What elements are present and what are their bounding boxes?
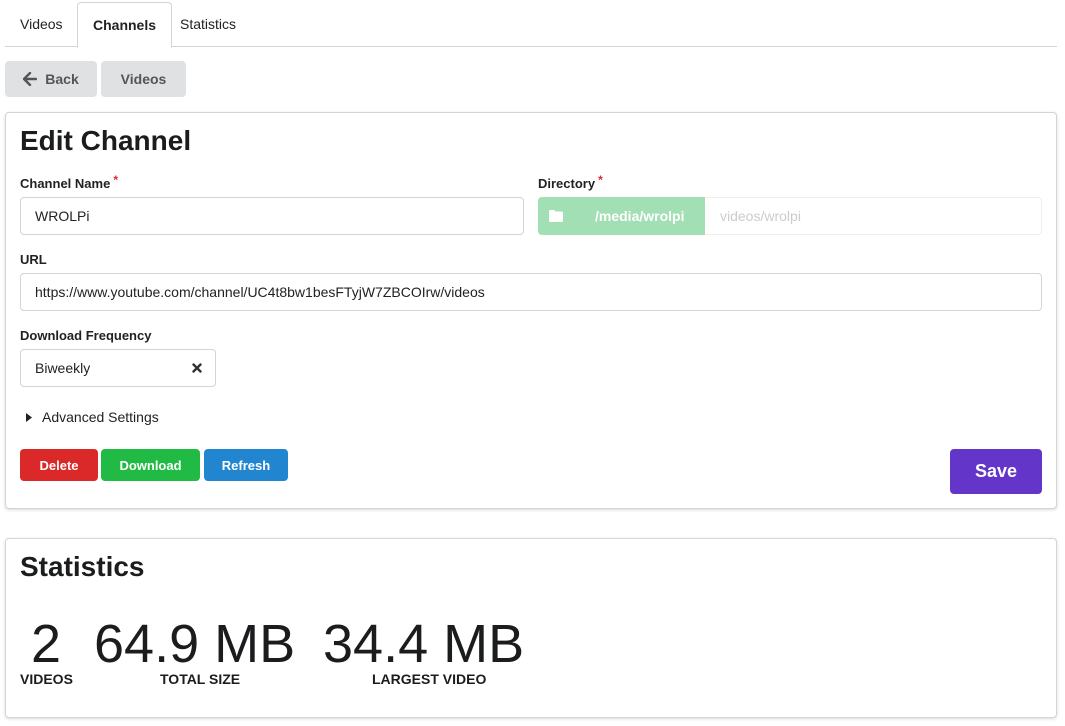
back-label: Back	[45, 71, 79, 87]
save-button[interactable]: Save	[950, 449, 1042, 494]
arrow-left-icon	[23, 72, 38, 86]
directory-label: Directory *	[538, 173, 603, 191]
download-frequency-label: Download Frequency	[20, 328, 152, 343]
videos-button[interactable]: Videos	[101, 61, 186, 97]
edit-channel-card: Edit Channel Channel Name * WROLPi Direct…	[5, 112, 1057, 509]
tab-channels[interactable]: Channels	[77, 2, 173, 48]
stat-total-size-value: 64.9 MB	[94, 614, 296, 674]
back-button[interactable]: Back	[5, 61, 97, 97]
statistics-title: Statistics	[20, 551, 145, 582]
channel-name-label: Channel Name *	[20, 173, 118, 191]
statistics-card: Statistics 2 Videos 64.9 MB Total Size 3…	[5, 538, 1057, 718]
refresh-button[interactable]: Refresh	[204, 449, 288, 481]
videos-label: Videos	[120, 71, 167, 87]
x-icon[interactable]	[192, 363, 202, 373]
directory-prefix-text: /media/wrolpi	[595, 208, 685, 224]
download-frequency-select[interactable]: Biweekly	[20, 349, 216, 387]
url-input[interactable]: https://www.youtube.com/channel/UC4t8bw1…	[20, 273, 1042, 311]
directory-input[interactable]: videos/wrolpi	[705, 197, 1042, 235]
tab-statistics[interactable]: Statistics	[165, 2, 251, 47]
url-label: URL	[20, 252, 47, 267]
stat-total-size-label: Total Size	[160, 671, 241, 687]
tab-bar: Videos Channels Statistics	[5, 2, 1057, 48]
tab-videos[interactable]: Videos	[5, 2, 78, 47]
directory-prefix: /media/wrolpi	[538, 197, 705, 235]
download-frequency-value: Biweekly	[35, 360, 91, 376]
caret-right-icon	[26, 412, 32, 422]
download-button[interactable]: Download	[101, 449, 200, 481]
folder-icon	[549, 210, 563, 222]
stat-largest-video-label: Largest Video	[372, 671, 487, 687]
advanced-settings-label: Advanced Settings	[42, 409, 159, 425]
delete-button[interactable]: Delete	[20, 449, 98, 481]
page-title: Edit Channel	[20, 125, 192, 156]
stat-videos-value: 2	[31, 614, 62, 674]
advanced-settings-toggle[interactable]: Advanced Settings	[26, 409, 159, 425]
stat-videos-label: Videos	[20, 671, 73, 687]
stat-largest-video-value: 34.4 MB	[323, 614, 525, 674]
channel-name-input[interactable]: WROLPi	[20, 197, 524, 235]
